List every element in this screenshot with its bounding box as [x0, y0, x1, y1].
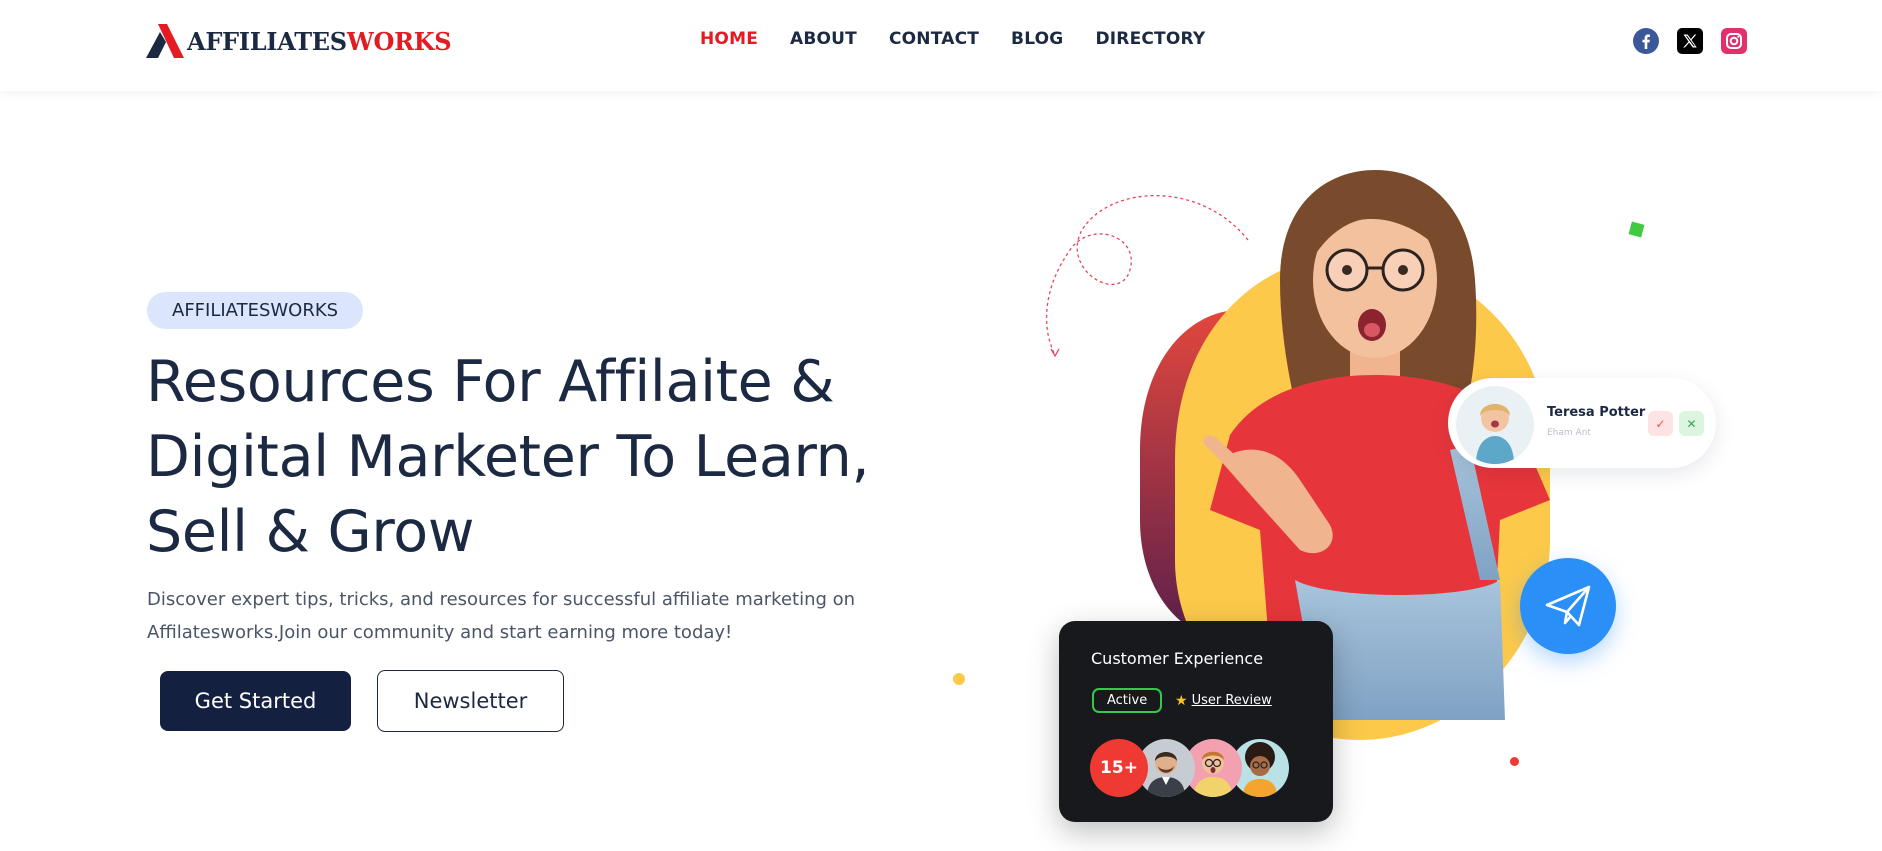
star-icon: ★ [1175, 692, 1188, 708]
nav-contact[interactable]: CONTACT [889, 29, 979, 49]
paper-plane-icon [1545, 585, 1591, 627]
profile-role: Eham Ant [1547, 428, 1591, 438]
nav-about[interactable]: ABOUT [790, 29, 857, 49]
status-badge: Active [1092, 688, 1163, 713]
logo-text: AFFILIATESWORKS [187, 26, 452, 56]
site-header: AFFILIATESWORKS HOME ABOUT CONTACT BLOG … [0, 0, 1882, 91]
hero-title-line: Resources For Affilaite & [146, 349, 835, 415]
send-button[interactable] [1520, 558, 1616, 654]
logo-mark-icon [146, 24, 184, 58]
hero-description-line: Affilatesworks.Join our community and st… [147, 622, 733, 643]
site-logo[interactable]: AFFILIATESWORKS [146, 24, 452, 58]
accept-button[interactable]: ✕ [1679, 411, 1704, 436]
get-started-button[interactable]: Get Started [160, 671, 351, 731]
card-title: Customer Experience [1091, 649, 1264, 668]
decline-button[interactable]: ✓ [1648, 411, 1673, 436]
profile-card: Teresa Potter Eham Ant ✓ ✕ [1448, 378, 1716, 468]
user-count-badge: 15+ [1090, 739, 1148, 797]
hero-description: Discover expert tips, tricks, and resour… [147, 583, 867, 649]
x-icon[interactable] [1677, 28, 1703, 54]
hero-badge: AFFILIATESWORKS [147, 292, 364, 329]
check-icon: ✓ [1655, 416, 1666, 431]
main-nav: HOME ABOUT CONTACT BLOG DIRECTORY [700, 29, 1205, 49]
profile-name: Teresa Potter [1547, 405, 1646, 420]
nav-home[interactable]: HOME [700, 29, 758, 49]
decor-dot [953, 673, 965, 685]
decor-dot [1510, 757, 1519, 766]
nav-blog[interactable]: BLOG [1011, 29, 1063, 49]
user-review-link[interactable]: ★ User Review [1175, 692, 1272, 709]
nav-directory[interactable]: DIRECTORY [1095, 29, 1205, 49]
hero-description-line: Discover expert tips, tricks, and resour… [147, 589, 856, 610]
hero-title: Resources For Affilaite & Digital Market… [146, 345, 906, 570]
close-icon: ✕ [1686, 416, 1697, 431]
hero-title-line: Sell & Grow [146, 499, 475, 565]
social-links [1633, 28, 1747, 54]
facebook-icon[interactable] [1633, 28, 1659, 54]
instagram-icon[interactable] [1721, 28, 1747, 54]
user-review-label: User Review [1191, 693, 1272, 708]
customer-experience-card: Customer Experience Active ★ User Review… [1059, 621, 1333, 822]
hero-title-line: Digital Marketer To Learn, [146, 424, 870, 490]
profile-avatar [1456, 386, 1534, 464]
newsletter-button[interactable]: Newsletter [377, 670, 564, 732]
